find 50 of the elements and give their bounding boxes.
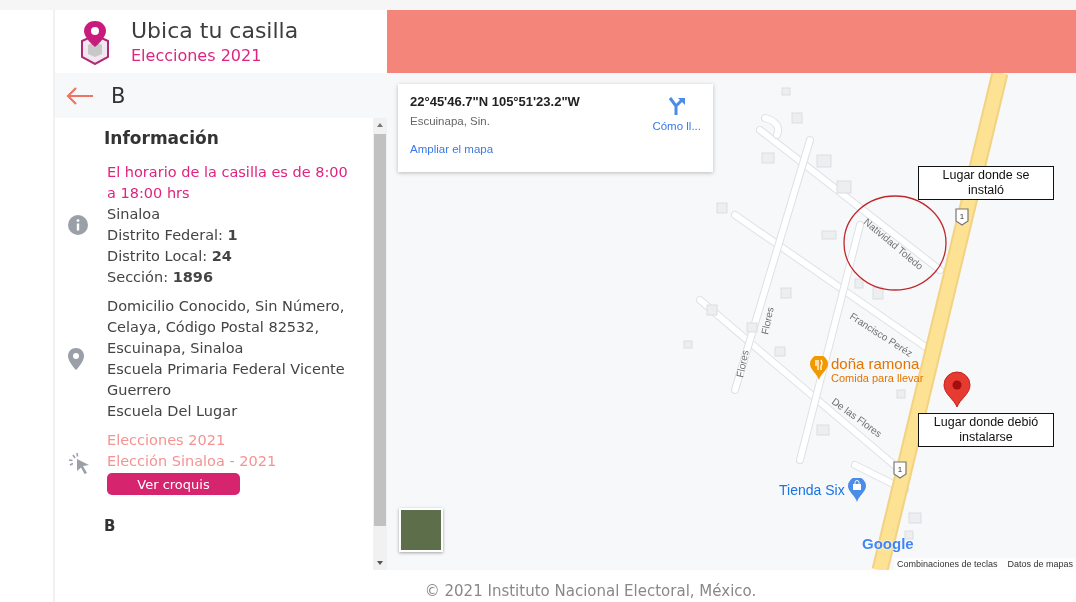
- info-text: Sinaloa: [107, 205, 162, 224]
- fork-arrow-icon: [666, 96, 687, 116]
- back-arrow-icon: [65, 85, 95, 106]
- annotation-box: Lugar donde debió instalarse: [918, 413, 1054, 447]
- location-pin-icon: [68, 348, 84, 370]
- app-subtitle: Elecciones 2021: [131, 44, 263, 67]
- section-title: Información: [104, 128, 220, 148]
- sidebar-title: B: [111, 83, 126, 108]
- route-shield: 1: [955, 208, 969, 226]
- building: [854, 278, 864, 289]
- street-label: Flores: [759, 305, 776, 336]
- place-text: Escuinapa, Sin.: [410, 115, 491, 127]
- route-shield: 1: [893, 461, 907, 479]
- building: [774, 346, 786, 357]
- place-name[interactable]: Tienda Six: [779, 482, 845, 498]
- street-label: Flores: [734, 348, 751, 379]
- info-text: Escuela Del Lugar: [107, 402, 239, 421]
- info-text: Elección Sinaloa - 2021: [107, 452, 278, 471]
- building: [836, 180, 852, 194]
- info-text: Sección: 1896: [107, 268, 214, 287]
- view-sketch-button[interactable]: Ver croquis: [107, 473, 240, 495]
- location-pin-icon: [943, 371, 971, 408]
- scrollbar[interactable]: [373, 118, 387, 570]
- place-name[interactable]: doña ramona: [831, 356, 924, 372]
- place-category: Comida para llevar: [831, 372, 924, 385]
- schedule-text: El horario de la casilla es de 8:00 a 18:00 hrs: [107, 163, 349, 203]
- footer-text: © 2021 Instituto Nacional Electoral, México.: [423, 581, 758, 602]
- info-text: Domicilio Conocido, Sin Número, Celaya, Código Postal 82532, Escuinapa, Sinaloa: [107, 297, 346, 358]
- building: [872, 286, 884, 300]
- annotation-box: Lugar donde se instaló: [918, 166, 1054, 200]
- attribution-link[interactable]: Datos de mapas: [1007, 559, 1073, 569]
- building: [746, 322, 758, 333]
- info-text: Distrito Federal: 1: [107, 226, 239, 245]
- enlarge-map-link[interactable]: Ampliar el mapa: [410, 143, 580, 155]
- directions-button[interactable]: Cómo ll...: [652, 94, 701, 138]
- ballot-box-pin-icon: [79, 18, 111, 65]
- back-button[interactable]: [65, 85, 95, 106]
- building: [706, 304, 718, 316]
- info-icon: [68, 215, 88, 235]
- info-text: Escuela Primaria Federal Vicente Guerrero: [107, 360, 346, 400]
- section-heading: B: [104, 517, 117, 535]
- coordinates-text: 22°45'46.7"N 105°51'23.2"W: [410, 94, 580, 109]
- satellite-thumbnail[interactable]: [399, 508, 443, 552]
- shopping-bag-pin-icon: [847, 478, 866, 502]
- app-title: Ubica tu casilla: [131, 16, 299, 45]
- building: [816, 154, 832, 168]
- restaurant-pin-icon: [810, 356, 828, 380]
- info-text: Distrito Local: 24: [107, 247, 233, 266]
- info-text: Elecciones 2021: [107, 431, 227, 450]
- attribution-link[interactable]: Combinaciones de teclas: [896, 559, 998, 569]
